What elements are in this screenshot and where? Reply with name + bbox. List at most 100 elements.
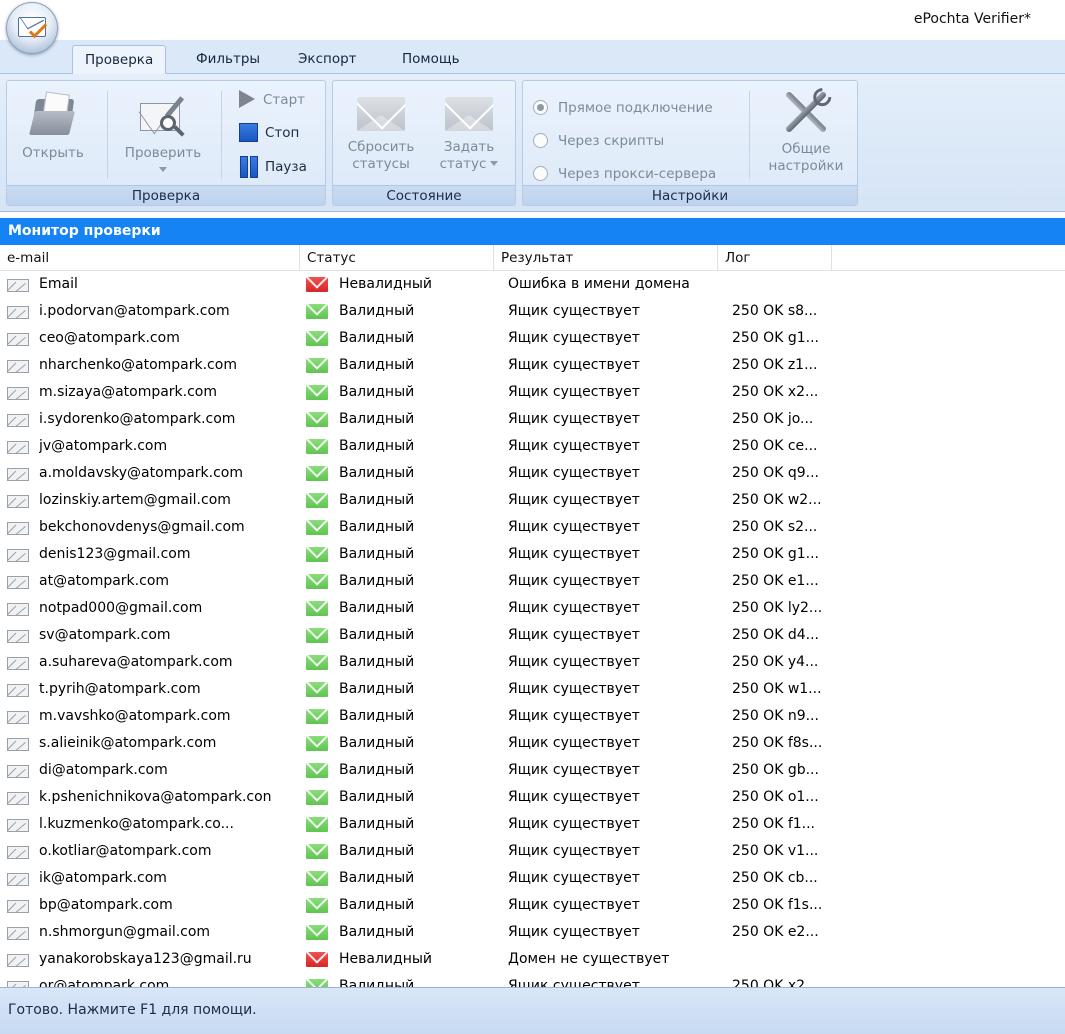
table-row[interactable]: a.moldavsky@atompark.com Валидный Ящик сущ… [0, 460, 1065, 487]
envelope-icon [7, 441, 29, 454]
table-row[interactable]: lozinskiy.artem@gmail.com Валидный Ящик су… [0, 487, 1065, 514]
cell-log: 250 OK w1... [732, 681, 822, 697]
envelope-icon [7, 792, 29, 805]
radio-direct-connection[interactable]: Прямое подключение [533, 97, 713, 119]
grid-header: e-mail Статус Результат Лог [0, 245, 1065, 271]
pause-button[interactable]: Пауза [239, 156, 307, 178]
cell-result: Ящик существует [508, 708, 640, 724]
cell-status: Валидный [339, 384, 415, 400]
general-label-line1: Общие [781, 141, 831, 157]
table-row[interactable]: k.pshenichnikova@atompark.con Валидный Ящи… [0, 784, 1065, 811]
table-row[interactable]: jv@atompark.com Валидный Ящик существует 25… [0, 433, 1065, 460]
cell-status: Валидный [339, 897, 415, 913]
stop-button[interactable]: Стоп [239, 122, 299, 144]
table-row[interactable]: l.kuzmenko@atompark.co... Валидный Ящик су… [0, 811, 1065, 838]
table-row[interactable]: yanakorobskaya123@gmail.ru Невалидный Доме… [0, 946, 1065, 973]
cell-email: nharchenko@atompark.com [39, 357, 237, 373]
cell-log: 250 OK d4... [732, 627, 819, 643]
verify-button[interactable]: Проверить [113, 93, 213, 179]
table-row[interactable]: sv@atompark.com Валидный Ящик существует 25… [0, 622, 1065, 649]
cell-email: ik@atompark.com [39, 870, 167, 886]
cell-log: 250 OK o1... [732, 789, 819, 805]
cell-result: Ящик существует [508, 789, 640, 805]
table-row[interactable]: at@atompark.com Валидный Ящик существует 25… [0, 568, 1065, 595]
envelope-icon [7, 873, 29, 886]
table-row[interactable]: m.vavshko@atompark.com Валидный Ящик сущес… [0, 703, 1065, 730]
window-title: ePochta Verifier* [913, 11, 1031, 27]
start-button[interactable]: Старт [239, 89, 305, 111]
table-row[interactable]: a.suhareva@atompark.com Валидный Ящик суще… [0, 649, 1065, 676]
radio-via-proxy[interactable]: Через прокси-сервера [533, 163, 716, 185]
valid-envelope-icon [306, 655, 328, 670]
tab-help[interactable]: Помощь [390, 45, 472, 74]
tab-export[interactable]: Экспорт [286, 45, 369, 74]
cell-result: Ящик существует [508, 870, 640, 886]
results-grid[interactable]: Email Невалидный Ошибка в имени домена i.po… [0, 271, 1065, 987]
valid-envelope-icon [306, 547, 328, 562]
cell-log: 250 OK s8... [732, 303, 818, 319]
table-row[interactable]: n.shmorgun@gmail.com Валидный Ящик существ… [0, 919, 1065, 946]
table-row[interactable]: i.podorvan@atompark.com Валидный Ящик суще… [0, 298, 1065, 325]
cell-result: Ящик существует [508, 762, 640, 778]
cell-log: 250 OK z1... [732, 357, 818, 373]
table-row[interactable]: bekchonovdenys@gmail.com Валидный Ящик сущ… [0, 514, 1065, 541]
tab-check[interactable]: Проверка [72, 45, 167, 75]
cell-result: Ящик существует [508, 465, 640, 481]
cell-email: jv@atompark.com [39, 438, 168, 454]
cell-log: 250 OK w2... [732, 492, 822, 508]
app-menu-button[interactable] [6, 2, 58, 54]
table-row[interactable]: notpad000@gmail.com Валидный Ящик существу… [0, 595, 1065, 622]
cell-status: Валидный [339, 330, 415, 346]
valid-envelope-icon [306, 979, 328, 987]
reset-statuses-button[interactable]: Сбросить статусы [339, 89, 423, 173]
cell-email: l.kuzmenko@atompark.co... [39, 816, 234, 832]
invalid-envelope-icon [306, 277, 328, 292]
envelope-icon [7, 306, 29, 319]
table-row[interactable]: di@atompark.com Валидный Ящик существует 25… [0, 757, 1065, 784]
valid-envelope-icon [306, 439, 328, 454]
column-header-email[interactable]: e-mail [0, 245, 300, 271]
start-label: Старт [263, 92, 305, 108]
cell-email: s.alieinik@atompark.com [39, 735, 217, 751]
cell-email: o.kotliar@atompark.com [39, 843, 212, 859]
envelope-magnifier-icon [136, 93, 190, 139]
general-settings-button[interactable]: Общие настройки [759, 85, 853, 175]
table-row[interactable]: i.sydorenko@atompark.com Валидный Ящик сущ… [0, 406, 1065, 433]
tab-filters[interactable]: Фильтры [184, 45, 272, 74]
cell-result: Домен не существует [508, 951, 670, 967]
envelope-icon [7, 468, 29, 481]
table-row[interactable]: ik@atompark.com Валидный Ящик существует 25… [0, 865, 1065, 892]
ribbon-tabs: Проверка Фильтры Экспорт Помощь [0, 40, 1065, 75]
cell-result: Ящик существует [508, 519, 640, 535]
cell-log: 250 OK ly2... [732, 600, 823, 616]
table-row[interactable]: denis123@gmail.com Валидный Ящик существуе… [0, 541, 1065, 568]
column-header-result[interactable]: Результат [494, 245, 718, 271]
table-row[interactable]: Email Невалидный Ошибка в имени домена [0, 271, 1065, 298]
table-row[interactable]: s.alieinik@atompark.com Валидный Ящик суще… [0, 730, 1065, 757]
column-header-status[interactable]: Статус [300, 245, 494, 271]
cell-email: m.sizaya@atompark.com [39, 384, 218, 400]
cell-status: Валидный [339, 627, 415, 643]
valid-envelope-icon [306, 763, 328, 778]
cell-result: Ящик существует [508, 357, 640, 373]
table-row[interactable]: nharchenko@atompark.com Валидный Ящик суще… [0, 352, 1065, 379]
valid-envelope-icon [306, 790, 328, 805]
cell-email: bekchonovdenys@gmail.com [39, 519, 245, 535]
tools-icon [781, 85, 831, 135]
table-row[interactable]: ceo@atompark.com Валидный Ящик существует 2… [0, 325, 1065, 352]
open-button[interactable]: Открыть [11, 91, 95, 162]
table-row[interactable]: m.sizaya@atompark.com Валидный Ящик сущест… [0, 379, 1065, 406]
radio-via-scripts[interactable]: Через скрипты [533, 130, 664, 152]
set-status-button[interactable]: Задать статус [427, 89, 511, 173]
table-row[interactable]: o.kotliar@atompark.com Валидный Ящик сущес… [0, 838, 1065, 865]
cell-status: Валидный [339, 357, 415, 373]
general-label-line2: настройки [768, 158, 844, 174]
envelope-icon [7, 495, 29, 508]
table-row[interactable]: bp@atompark.com Валидный Ящик существует 25… [0, 892, 1065, 919]
table-row[interactable]: or@atompark.com Валидный Ящик существует 25… [0, 973, 1065, 987]
title-bar: ePochta Verifier* [0, 0, 1065, 54]
column-header-log[interactable]: Лог [718, 245, 832, 271]
cell-log: 250 OK e2... [732, 924, 819, 940]
table-row[interactable]: t.pyrih@atompark.com Валидный Ящик существ… [0, 676, 1065, 703]
open-label: Открыть [22, 145, 84, 161]
